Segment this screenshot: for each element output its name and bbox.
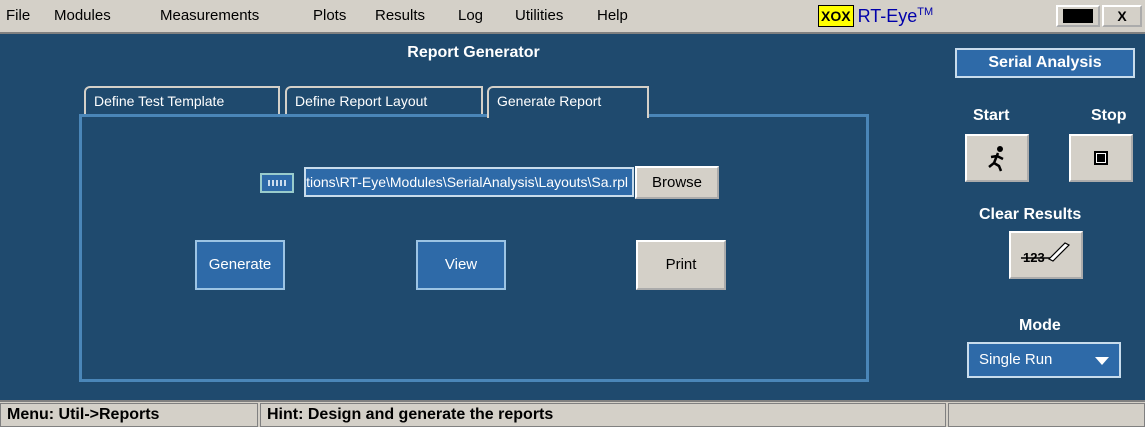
tab-define-report-layout[interactable]: Define Report Layout [285, 86, 483, 116]
app-name: RT-EyeTM [858, 6, 934, 27]
clear-123-icon: 123 [1021, 242, 1071, 265]
status-menu: Menu: Util->Reports [0, 403, 258, 427]
minimize-icon [1063, 9, 1093, 23]
menu-bar: File Modules Measurements Plots Results … [0, 0, 1145, 34]
clear-results-label: Clear Results [979, 206, 1082, 223]
stop-button[interactable] [1069, 134, 1133, 182]
layout-path-input[interactable]: C:\TekApplications\RT-Eye\Modules\Serial… [304, 167, 634, 197]
menu-measurements[interactable]: Measurements [160, 7, 259, 24]
generate-button[interactable]: Generate [195, 240, 285, 290]
layout-path-value: C:\TekApplications\RT-Eye\Modules\Serial… [306, 174, 628, 190]
tab-define-test-template[interactable]: Define Test Template [84, 86, 280, 116]
report-generator-panel: Report Generator Define Test Template De… [0, 34, 947, 400]
generate-report-content: C:\TekApplications\RT-Eye\Modules\Serial… [79, 114, 869, 382]
running-man-icon [988, 146, 1004, 172]
trademark: TM [917, 5, 934, 18]
side-panel-title: Serial Analysis [955, 48, 1135, 78]
mode-select[interactable]: Single Run [967, 342, 1121, 378]
menu-help[interactable]: Help [597, 7, 628, 24]
status-hint: Hint: Design and generate the reports [260, 403, 946, 427]
mode-value: Single Run [979, 351, 1053, 368]
stop-square-icon [1094, 151, 1108, 165]
view-button[interactable]: View [416, 240, 506, 290]
menu-modules[interactable]: Modules [54, 7, 111, 24]
stop-label: Stop [1091, 107, 1127, 124]
tab-generate-report[interactable]: Generate Report [487, 86, 649, 118]
browse-button[interactable]: Browse [635, 166, 719, 199]
app-name-text: RT-Eye [857, 5, 918, 26]
status-bar: Menu: Util->Reports Hint: Design and gen… [0, 400, 1145, 427]
close-icon: X [1117, 8, 1127, 24]
menu-utilities[interactable]: Utilities [515, 7, 563, 24]
mode-label: Mode [1019, 317, 1061, 334]
rt-eye-logo: XOX RT-EyeTM [818, 4, 933, 28]
keyboard-icon[interactable] [260, 173, 294, 193]
menu-results[interactable]: Results [375, 7, 425, 24]
close-button[interactable]: X [1102, 5, 1142, 27]
clear-results-button[interactable]: 123 [1009, 231, 1083, 279]
status-empty [948, 403, 1145, 427]
logo-box: XOX [818, 5, 854, 27]
serial-analysis-panel: Serial Analysis Start Stop Clear Results… [947, 34, 1145, 400]
minimize-button[interactable] [1056, 5, 1100, 27]
chevron-down-icon [1095, 357, 1109, 365]
print-button[interactable]: Print [636, 240, 726, 290]
start-label: Start [973, 107, 1010, 124]
menu-log[interactable]: Log [458, 7, 483, 24]
menu-plots[interactable]: Plots [313, 7, 346, 24]
start-button[interactable] [965, 134, 1029, 182]
page-title: Report Generator [407, 44, 540, 61]
menu-file[interactable]: File [6, 7, 30, 24]
